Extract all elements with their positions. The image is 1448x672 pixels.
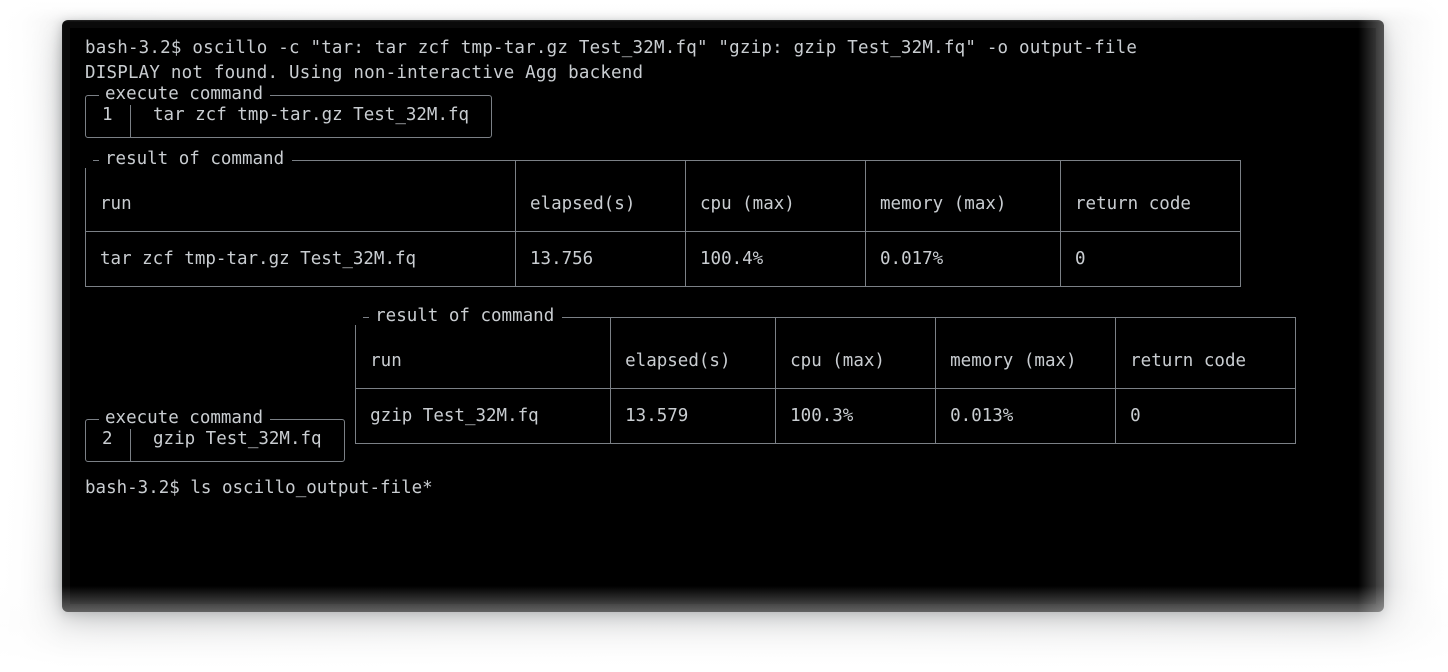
cell-return-code: 0 [1115,388,1297,444]
header-return-code: return code [1115,317,1297,389]
cell-cpu: 100.4% [685,231,866,287]
shell-prompt-line: bash-3.2$ oscillo -c "tar: tar zcf tmp-t… [85,38,1138,58]
result-table-1-head: run elapsed(s) cpu (max) memory (max) re… [85,160,1241,232]
execute-command-panel-2: execute command 2 gzip Test_32M.fq [85,407,345,462]
result-table-wrap-1: result of command run elapsed(s) cpu (ma… [85,148,1241,287]
table-header-row: run elapsed(s) cpu (max) memory (max) re… [355,317,1297,389]
header-cpu: cpu (max) [685,160,866,232]
trailing-prompt-line: bash-3.2$ ls oscillo_output-file* [85,478,433,498]
cell-memory: 0.017% [865,231,1061,287]
header-return-code: return code [1060,160,1241,232]
execute-command-panel-2-title: execute command [99,407,271,429]
header-elapsed: elapsed(s) [515,160,686,232]
result-table-2-title: result of command [369,305,563,327]
execute-command-panel-1: execute command 1 tar zcf tmp-tar.gz Tes… [85,83,493,138]
result-table-2-head: run elapsed(s) cpu (max) memory (max) re… [355,317,1297,389]
table-row: gzip Test_32M.fq 13.579 100.3% 0.013% 0 [355,388,1297,444]
cell-cpu: 100.3% [775,388,937,444]
header-elapsed: elapsed(s) [610,317,777,389]
result-table-2-corner-notch [355,316,364,325]
edge-fade-left [0,0,64,672]
terminal-content: bash-3.2$ oscillo -c "tar: tar zcf tmp-t… [85,36,1376,604]
header-cpu: cpu (max) [775,317,937,389]
cell-run: gzip Test_32M.fq [355,388,612,444]
terminal-window[interactable]: bash-3.2$ oscillo -c "tar: tar zcf tmp-t… [70,28,1376,604]
header-memory: memory (max) [865,160,1061,232]
display-warning-line: DISPLAY not found. Using non-interactive… [85,63,644,83]
result-table-2: run elapsed(s) cpu (max) memory (max) re… [355,317,1297,444]
cell-run: tar zcf tmp-tar.gz Test_32M.fq [85,231,516,287]
result-table-1-corner-notch [85,159,93,168]
cell-return-code: 0 [1060,231,1241,287]
table-row: tar zcf tmp-tar.gz Test_32M.fq 13.756 10… [85,231,1241,287]
header-run: run [85,160,516,232]
header-memory: memory (max) [935,317,1117,389]
result-table-1: run elapsed(s) cpu (max) memory (max) re… [85,160,1241,287]
result-table-1-title: result of command [99,148,293,170]
execute-command-panel-1-title: execute command [99,83,271,105]
cell-memory: 0.013% [935,388,1117,444]
page-background: bash-3.2$ oscillo -c "tar: tar zcf tmp-t… [0,0,1448,672]
result-table-1-body: tar zcf tmp-tar.gz Test_32M.fq 13.756 10… [85,231,1241,287]
result-table-wrap-2: result of command run elapsed(s) cpu (ma… [355,305,1297,444]
result-table-2-body: gzip Test_32M.fq 13.579 100.3% 0.013% 0 [355,388,1297,444]
header-run: run [355,317,612,389]
cell-elapsed: 13.579 [610,388,777,444]
table-header-row: run elapsed(s) cpu (max) memory (max) re… [85,160,1241,232]
edge-fade-top [0,0,1448,22]
cell-elapsed: 13.756 [515,231,686,287]
